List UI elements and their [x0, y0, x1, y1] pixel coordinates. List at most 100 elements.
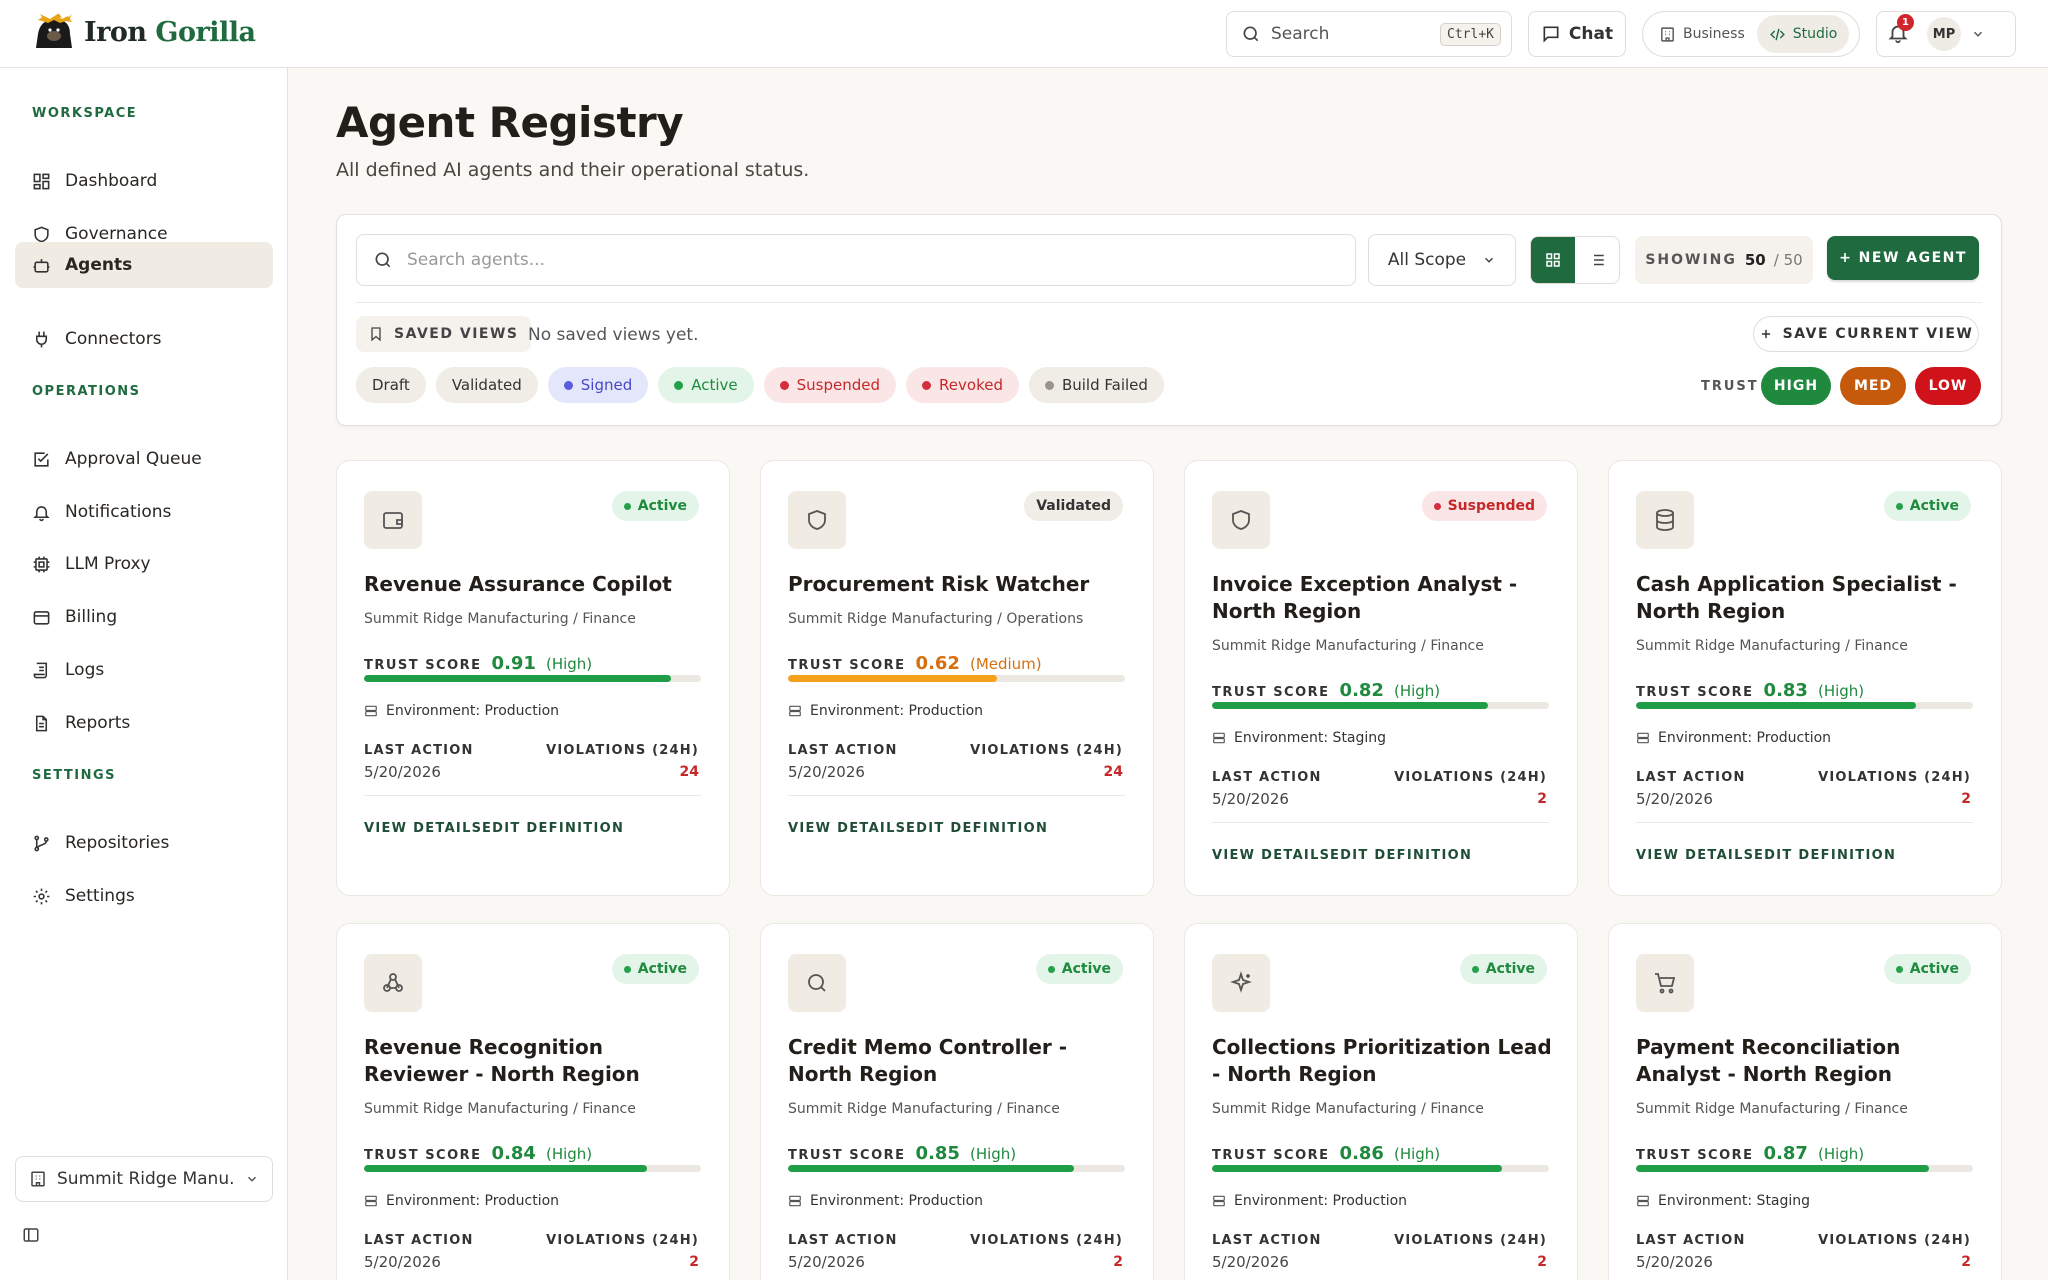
saved-views-button[interactable]: SAVED VIEWS — [356, 316, 531, 352]
chip-build-failed[interactable]: Build Failed — [1028, 367, 1164, 403]
organization-name: Summit Ridge Manu... — [57, 1169, 235, 1189]
collapse-sidebar-button[interactable] — [22, 1226, 40, 1248]
last-action-value: 5/20/2026 — [788, 763, 865, 781]
new-agent-button[interactable]: + NEW AGENT — [1827, 236, 1979, 280]
sidebar-collapse-icon — [23, 1228, 39, 1242]
chip-signed[interactable]: Signed — [547, 367, 649, 403]
edit-definition-link[interactable]: EDIT DEFINITION — [906, 821, 1048, 836]
trust-progress-bar — [788, 675, 1125, 682]
agent-title[interactable]: Cash Application Specialist - North Regi… — [1636, 571, 1976, 625]
sidebar-item-dashboard[interactable]: Dashboard — [15, 158, 273, 204]
sidebar-item-notifications[interactable]: Notifications — [15, 489, 273, 535]
violations-label: VIOLATIONS (24H) — [1394, 770, 1547, 785]
server-icon — [365, 705, 377, 717]
status-dot — [1047, 965, 1055, 973]
trust-low-button[interactable]: LOW — [1915, 367, 1981, 405]
building-icon — [31, 1171, 45, 1187]
trust-progress-bar — [1636, 702, 1973, 709]
sidebar: WORKSPACE Dashboard Governance Agents Co… — [0, 68, 288, 1280]
sidebar-item-billing[interactable]: Billing — [15, 594, 273, 640]
organization-selector[interactable]: Summit Ridge Manu... — [15, 1156, 273, 1202]
edit-definition-link[interactable]: EDIT DEFINITION — [1754, 848, 1896, 863]
chevron-down-icon[interactable] — [1971, 27, 1985, 41]
cpu-icon — [33, 556, 50, 572]
scope-select[interactable]: All Scope — [1368, 234, 1516, 286]
chat-label: Chat — [1568, 24, 1614, 44]
chip-active[interactable]: Active — [658, 367, 754, 403]
user-menu[interactable]: 1 MP — [1876, 11, 2016, 57]
agent-title[interactable]: Procurement Risk Watcher — [788, 571, 1128, 598]
violations-value: 2 — [689, 1254, 699, 1270]
mode-business-label: Business — [1683, 26, 1745, 42]
environment: Environment: Staging — [1212, 730, 1386, 746]
chip-draft[interactable]: Draft — [356, 367, 426, 403]
agent-card[interactable]: Validated Procurement Risk Watcher Summit … — [760, 460, 1154, 896]
chevron-down-icon — [247, 1176, 257, 1182]
agent-search[interactable] — [356, 234, 1356, 286]
sidebar-item-approval-queue[interactable]: Approval Queue — [15, 436, 273, 482]
sidebar-item-repositories[interactable]: Repositories — [15, 820, 273, 866]
agent-title[interactable]: Revenue Assurance Copilot — [364, 571, 704, 598]
building-icon — [1661, 26, 1674, 42]
sidebar-item-llm-proxy[interactable]: LLM Proxy — [15, 541, 273, 587]
agent-title[interactable]: Payment Reconciliation Analyst - North R… — [1636, 1034, 1976, 1088]
plug-icon — [35, 331, 48, 347]
webhook-icon — [383, 973, 403, 992]
status-badge: Suspended — [1421, 491, 1547, 521]
agent-title[interactable]: Collections Prioritization Lead - North … — [1212, 1034, 1552, 1088]
chip-label: Signed — [580, 376, 633, 394]
edit-definition-link[interactable]: EDIT DEFINITION — [482, 821, 624, 836]
trust-score-value: 0.84 — [491, 1143, 536, 1164]
agent-title[interactable]: Revenue Recognition Reviewer - North Reg… — [364, 1034, 704, 1088]
sidebar-item-logs[interactable]: Logs — [15, 647, 273, 693]
trust-med-button[interactable]: MED — [1840, 367, 1906, 405]
chip-suspended[interactable]: Suspended — [763, 367, 897, 403]
view-details-link[interactable]: VIEW DETAILS — [788, 821, 906, 836]
global-search[interactable]: Search Ctrl+K — [1226, 11, 1512, 57]
violations-value: 2 — [1537, 791, 1547, 807]
agent-card[interactable]: Active Payment Reconciliation Analyst - N… — [1608, 923, 2002, 1280]
chip-revoked[interactable]: Revoked — [906, 367, 1019, 403]
notifications-button[interactable]: 1 — [1887, 14, 1914, 46]
agent-card[interactable]: Active Collections Prioritization Lead - … — [1184, 923, 1578, 1280]
environment-label: Environment: Production — [386, 1193, 560, 1209]
grid-view-button[interactable] — [1531, 237, 1575, 283]
mode-switch: Business Studio — [1642, 11, 1860, 57]
sidebar-item-label: Settings — [65, 886, 135, 906]
agent-card[interactable]: Active Revenue Assurance Copilot Summit Ri… — [336, 460, 730, 896]
agent-card[interactable]: Suspended Invoice Exception Analyst - Nor… — [1184, 460, 1578, 896]
mode-business-button[interactable]: Business — [1647, 15, 1757, 53]
agent-card[interactable]: Active Cash Application Specialist - Nort… — [1608, 460, 2002, 896]
agent-search-input[interactable] — [407, 250, 1307, 270]
agent-title[interactable]: Invoice Exception Analyst - North Region — [1212, 571, 1552, 625]
agent-title[interactable]: Credit Memo Controller - North Region — [788, 1034, 1128, 1088]
view-details-link[interactable]: VIEW DETAILS — [1636, 848, 1754, 863]
search-icon — [375, 252, 391, 268]
chip-label: Active — [691, 376, 738, 394]
view-details-link[interactable]: VIEW DETAILS — [1212, 848, 1330, 863]
environment-label: Environment: Staging — [1658, 1193, 1811, 1209]
trust-score-value: 0.85 — [915, 1143, 960, 1164]
trust-progress-bar — [1636, 1165, 1973, 1172]
view-details-link[interactable]: VIEW DETAILS — [364, 821, 482, 836]
sidebar-item-reports[interactable]: Reports — [15, 700, 273, 746]
edit-definition-link[interactable]: EDIT DEFINITION — [1330, 848, 1472, 863]
sidebar-item-connectors[interactable]: Connectors — [15, 316, 273, 362]
save-current-view-button[interactable]: SAVE CURRENT VIEW — [1753, 316, 1979, 352]
status-dot — [563, 380, 573, 390]
card-divider — [788, 795, 1125, 796]
list-view-button[interactable] — [1575, 237, 1619, 283]
trust-high-button[interactable]: HIGH — [1761, 367, 1831, 405]
sidebar-item-label: Agents — [65, 255, 133, 275]
sidebar-item-agents[interactable]: Agents — [15, 242, 273, 288]
chat-button[interactable]: Chat — [1528, 11, 1626, 57]
agent-card[interactable]: Active Revenue Recognition Reviewer - Nor… — [336, 923, 730, 1280]
mode-studio-button[interactable]: Studio — [1756, 15, 1850, 53]
logo[interactable]: Iron Gorilla — [30, 14, 256, 50]
agent-card[interactable]: Active Credit Memo Controller - North Reg… — [760, 923, 1154, 1280]
trust-score: TRUST SCORE 0.86 (High) — [1212, 1143, 1440, 1164]
chip-validated[interactable]: Validated — [435, 367, 538, 403]
avatar[interactable]: MP — [1927, 17, 1961, 51]
sidebar-item-settings[interactable]: Settings — [15, 873, 273, 919]
bookmark-icon — [371, 327, 381, 342]
